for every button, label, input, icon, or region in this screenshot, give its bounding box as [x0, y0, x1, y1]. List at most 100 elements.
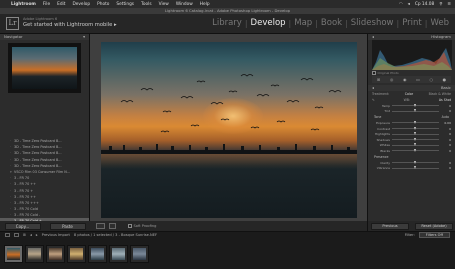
crop-icon[interactable]: ⊞: [377, 77, 380, 82]
spot-removal-icon[interactable]: ◎: [390, 77, 394, 82]
original-photo-checkbox[interactable]: [372, 71, 376, 75]
slider-track[interactable]: [392, 120, 439, 124]
slider-knob[interactable]: [414, 143, 416, 147]
soft-proofing-checkbox[interactable]: [128, 224, 132, 228]
main-photo[interactable]: [101, 42, 357, 218]
slider-value[interactable]: 0: [441, 149, 451, 153]
slider-row[interactable]: Vibrance 0: [368, 165, 455, 171]
film-thumbnail[interactable]: [88, 244, 107, 263]
menu-photo[interactable]: Photo: [97, 2, 109, 7]
treatment-bw-button[interactable]: Black & White: [429, 92, 451, 96]
navigator-header[interactable]: Navigator ▾: [0, 34, 89, 40]
wifi-icon[interactable]: ◠: [399, 2, 403, 7]
slider-value[interactable]: 0: [441, 104, 451, 108]
slider-track[interactable]: [392, 148, 439, 152]
paste-button[interactable]: Paste: [49, 222, 86, 230]
menu-develop[interactable]: Develop: [72, 2, 90, 7]
graduated-filter-icon[interactable]: ▭: [416, 77, 420, 82]
identity-text[interactable]: Adobe Lightroom 6 Get started with Light…: [23, 17, 173, 28]
loupe-view-button[interactable]: [96, 223, 105, 229]
menu-view[interactable]: View: [159, 2, 169, 7]
slider-knob[interactable]: [414, 160, 416, 164]
film-thumbnail[interactable]: [109, 244, 128, 263]
slider-track[interactable]: [392, 160, 439, 164]
menu-settings[interactable]: Settings: [116, 2, 134, 7]
slider-knob[interactable]: [414, 137, 416, 141]
slider-track[interactable]: [392, 132, 439, 136]
slider-knob[interactable]: [414, 103, 416, 107]
module-slideshow[interactable]: Slideshow: [351, 18, 394, 28]
slider-value[interactable]: 0: [441, 143, 451, 147]
slider-knob[interactable]: [414, 166, 416, 170]
basic-collapse-icon[interactable]: ◂: [372, 85, 374, 91]
navigator-preview[interactable]: [8, 43, 81, 93]
slider-knob[interactable]: [414, 132, 416, 136]
original-photo-row[interactable]: Original Photo: [372, 71, 451, 75]
menu-window[interactable]: Window: [176, 2, 193, 7]
previous-button[interactable]: Previous: [371, 222, 409, 230]
slider-value[interactable]: 0.00: [441, 121, 451, 125]
slider-value[interactable]: 0: [441, 132, 451, 136]
module-develop[interactable]: Develop: [251, 18, 286, 28]
slider-knob[interactable]: [414, 126, 416, 130]
copy-button[interactable]: Copy...: [4, 222, 41, 230]
module-library[interactable]: Library: [212, 18, 242, 28]
module-separator: |: [345, 18, 348, 28]
menu-edit[interactable]: Edit: [57, 2, 65, 7]
volume-icon[interactable]: ◂: [408, 2, 410, 7]
reset-button[interactable]: Reset (Adobe): [415, 222, 453, 230]
menu-app-name[interactable]: Lightroom: [11, 2, 36, 7]
navigator-options-icon[interactable]: ▾: [83, 34, 85, 40]
slider-value[interactable]: 0: [441, 138, 451, 142]
back-arrow-icon[interactable]: ◂: [30, 233, 32, 237]
slider-knob[interactable]: [414, 120, 416, 124]
wb-select[interactable]: As Shot: [439, 98, 451, 102]
menu-tools[interactable]: Tools: [141, 2, 152, 7]
treatment-color-button[interactable]: Color: [405, 92, 413, 96]
menu-list-icon[interactable]: ≡: [447, 2, 451, 7]
module-print[interactable]: Print: [402, 18, 422, 28]
previous-import-label[interactable]: Previous Import: [42, 233, 70, 237]
slider-track[interactable]: [392, 103, 439, 107]
film-thumbnail[interactable]: [25, 244, 44, 263]
film-thumbnail[interactable]: [67, 244, 86, 263]
radial-filter-icon[interactable]: ○: [430, 77, 434, 82]
wb-sliders: Temp 0 Tint 0: [368, 103, 455, 114]
eyedropper-icon[interactable]: ✎: [372, 98, 375, 102]
forward-arrow-icon[interactable]: ▸: [36, 233, 38, 237]
slider-track[interactable]: [392, 143, 439, 147]
slider-track[interactable]: [392, 126, 439, 130]
basic-label: Basic: [440, 85, 451, 90]
presence-sliders: Clarity 0 Vibrance 0: [368, 160, 455, 171]
slider-value[interactable]: 0: [441, 161, 451, 165]
before-after-button[interactable]: [109, 223, 116, 229]
slider-knob[interactable]: [414, 109, 416, 113]
grid-icon[interactable]: ⊞: [23, 233, 26, 237]
red-eye-icon[interactable]: ◉: [403, 77, 407, 82]
screen-2-icon[interactable]: [14, 233, 19, 237]
get-started-mobile[interactable]: Get started with Lightroom mobile ▸: [23, 22, 173, 28]
slider-value[interactable]: 0: [441, 166, 451, 170]
adjustment-brush-icon[interactable]: ●: [443, 77, 447, 82]
histogram[interactable]: [372, 40, 452, 70]
module-web[interactable]: Web: [430, 18, 449, 28]
film-thumbnail-selected[interactable]: [4, 244, 23, 263]
module-map[interactable]: Map: [294, 18, 312, 28]
slider-track[interactable]: [392, 109, 439, 113]
slider-label: Highlights: [374, 132, 390, 137]
slider-value[interactable]: 0: [441, 127, 451, 131]
soft-proofing[interactable]: Soft Proofing: [128, 224, 156, 228]
tone-auto-button[interactable]: Auto: [442, 115, 449, 119]
film-thumbnail[interactable]: [130, 244, 149, 263]
slider-track[interactable]: [392, 137, 439, 141]
slider-knob[interactable]: [414, 148, 416, 152]
menu-help[interactable]: Help: [200, 2, 210, 7]
search-icon[interactable]: ⚲: [439, 2, 442, 7]
slider-track[interactable]: [392, 166, 439, 170]
module-book[interactable]: Book: [321, 18, 342, 28]
film-thumbnail[interactable]: [46, 244, 65, 263]
clock[interactable]: Cp 14.08: [415, 2, 434, 7]
slider-value[interactable]: 0: [441, 109, 451, 113]
menu-file[interactable]: File: [43, 2, 50, 7]
screen-1-icon[interactable]: [5, 233, 10, 237]
